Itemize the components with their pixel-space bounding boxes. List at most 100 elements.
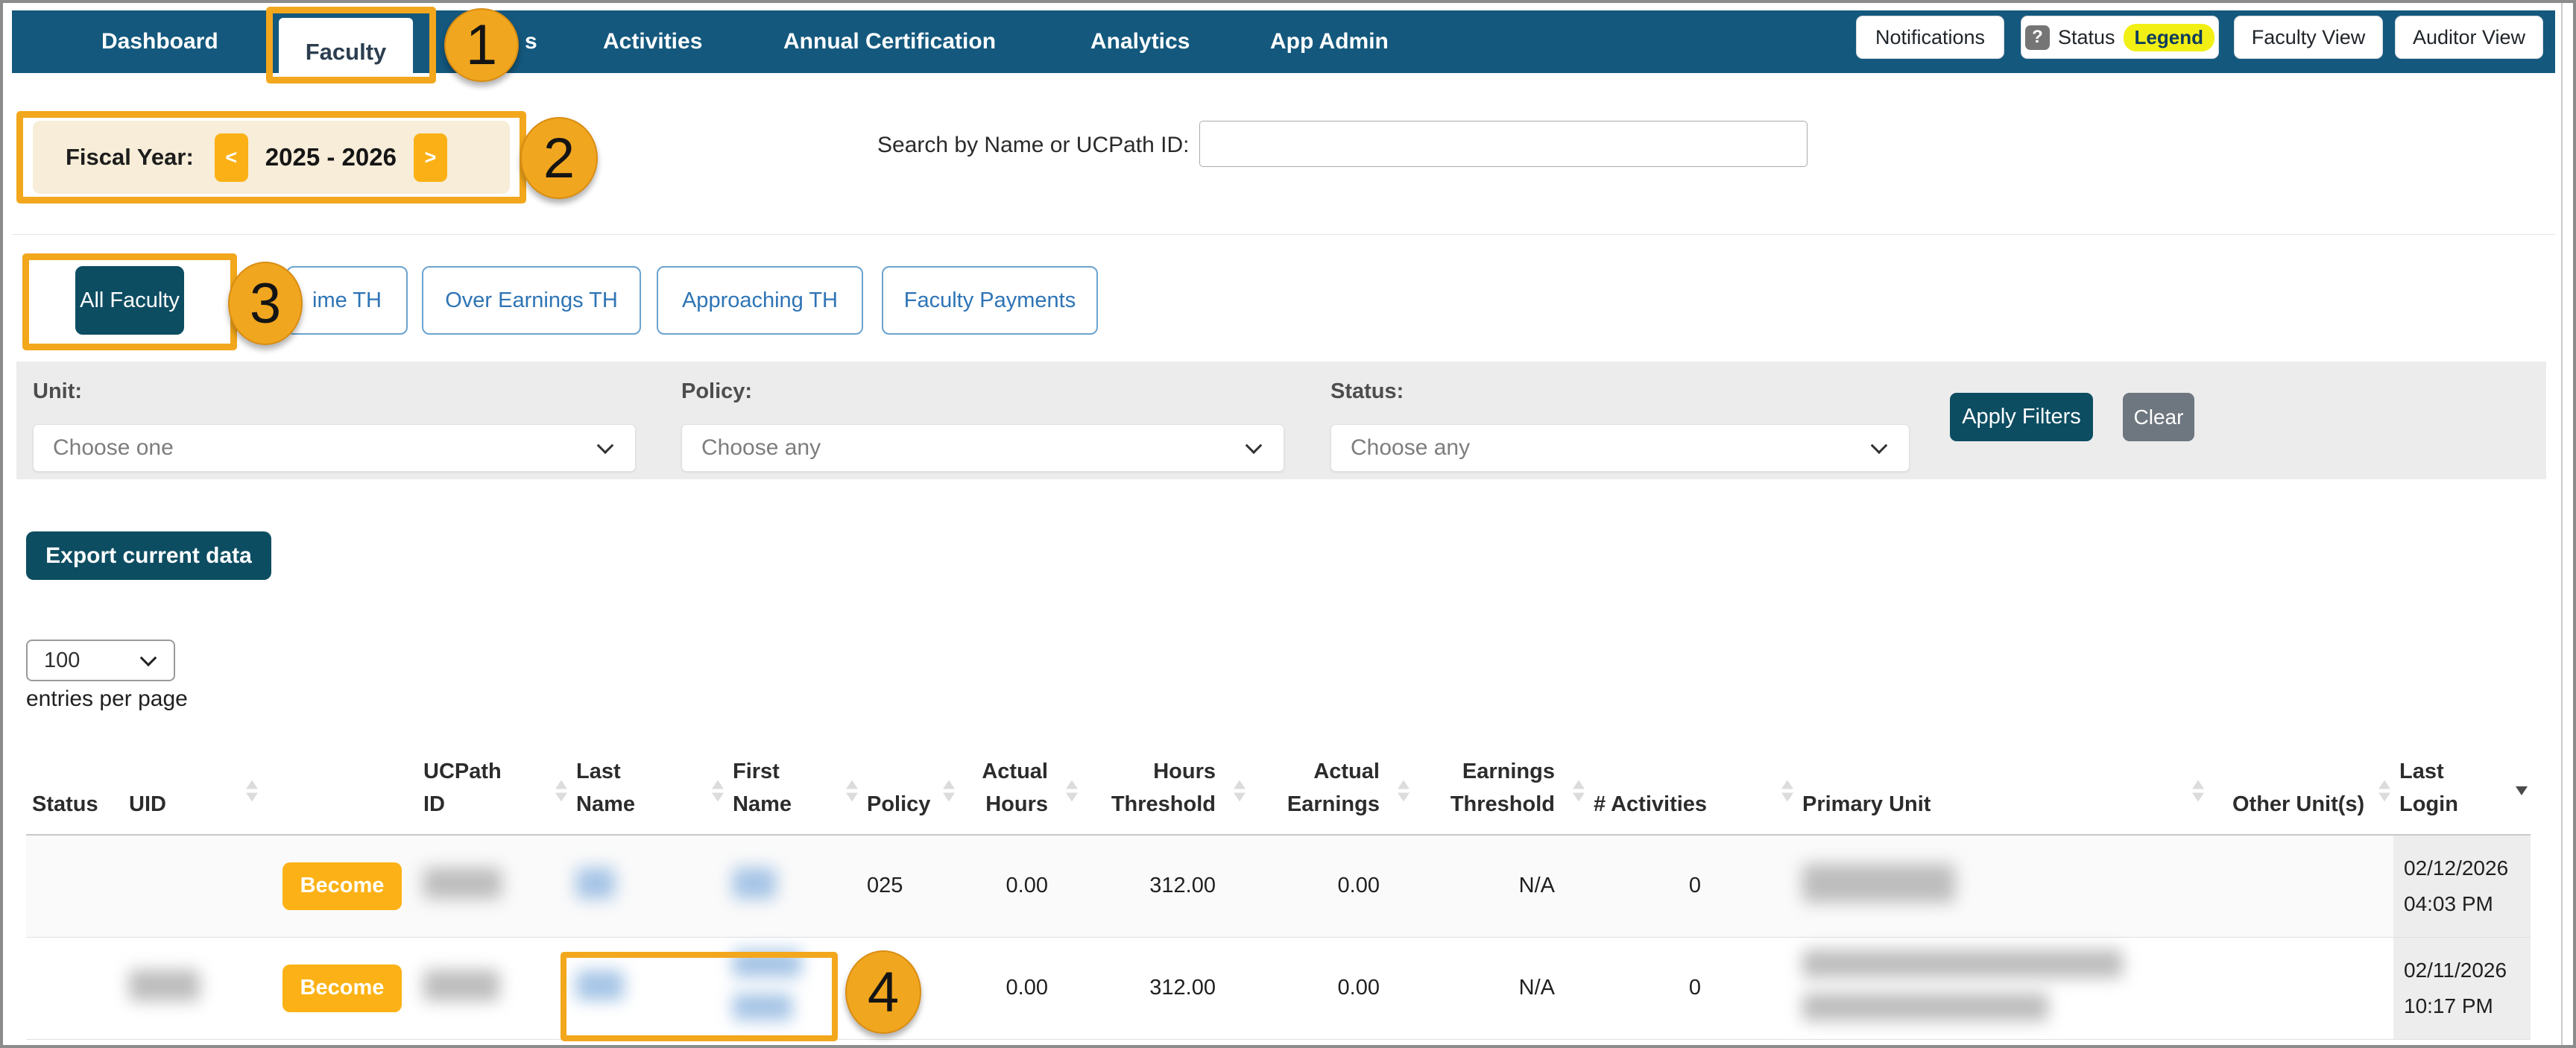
become-button[interactable]: Become (282, 862, 402, 910)
clear-filters-button[interactable]: Clear (2123, 393, 2194, 441)
export-current-data-button[interactable]: Export current data (26, 531, 271, 580)
redacted-first-name-link[interactable] (733, 950, 801, 977)
chevron-down-icon (140, 649, 157, 666)
status-legend-button[interactable]: ? Status Legend (2021, 16, 2219, 59)
chevron-down-icon (1246, 437, 1263, 454)
cell-last-login: 02/12/2026 04:03 PM (2393, 835, 2531, 937)
become-button[interactable]: Become (282, 965, 402, 1012)
page-size-select[interactable]: 100 (26, 640, 175, 681)
status-filter-select[interactable]: Choose any (1330, 424, 1910, 472)
cell-status (26, 835, 123, 937)
sort-icon[interactable] (2192, 780, 2204, 802)
policy-filter-select[interactable]: Choose any (681, 424, 1284, 472)
cell-ucpath-id (417, 835, 570, 937)
col-ucpath-id[interactable]: UCPath ID (417, 736, 570, 835)
tab-faculty-payments[interactable]: Faculty Payments (882, 266, 1098, 335)
fiscal-year-next-button[interactable]: > (414, 133, 447, 182)
sort-icon[interactable] (1573, 780, 1585, 802)
col-earnings-threshold[interactable]: Earnings Threshold (1412, 736, 1588, 835)
nav-item-faculty-active[interactable]: Faculty (279, 18, 413, 86)
col-last-login[interactable]: Last Login (2393, 736, 2531, 835)
chevron-down-icon (1871, 437, 1888, 454)
fiscal-year-value: 2025 - 2026 (265, 143, 397, 171)
col-actual-earnings[interactable]: Actual Earnings (1248, 736, 1412, 835)
redacted-primary-unit (1802, 993, 2048, 1021)
unit-filter-select[interactable]: Choose one (33, 424, 636, 472)
redacted-last-name-link[interactable] (576, 970, 624, 1000)
tab-overtime-th-label: ime TH (312, 288, 382, 313)
nav-item-dashboard[interactable]: Dashboard (101, 10, 218, 73)
col-primary-unit[interactable]: Primary Unit (1796, 736, 2207, 835)
faculty-view-button[interactable]: Faculty View (2234, 16, 2383, 59)
cell-action: Become (261, 835, 417, 937)
cell-hours-threshold: 312.00 (1081, 937, 1248, 1039)
auditor-view-button[interactable]: Auditor View (2395, 16, 2543, 59)
cell-num-activities: 0 (1588, 937, 1796, 1039)
fiscal-year-prev-button[interactable]: < (215, 133, 248, 182)
col-other-units[interactable]: Other Unit(s) (2207, 736, 2393, 835)
status-filter-value: Choose any (1331, 435, 1470, 461)
last-login-date: 02/12/2026 (2404, 850, 2531, 886)
chevron-down-icon (597, 437, 614, 454)
sort-icon[interactable] (246, 780, 258, 802)
table-row: Become 0.00 312.00 0.00 N/A 0 (26, 937, 2531, 1039)
col-uid[interactable]: UID (123, 736, 261, 835)
policy-filter-value: Choose any (682, 435, 821, 461)
sort-icon[interactable] (1234, 780, 1246, 802)
last-login-time: 10:17 PM (2404, 988, 2531, 1024)
table-header-row: Status UID UCPath ID Last Name First Nam… (26, 736, 2531, 835)
cell-actual-hours: 0.00 (958, 835, 1081, 937)
col-hours-threshold[interactable]: Hours Threshold (1081, 736, 1248, 835)
entries-per-page-label: entries per page (26, 686, 188, 712)
col-last-name[interactable]: Last Name (570, 736, 727, 835)
cell-actual-earnings: 0.00 (1248, 937, 1412, 1039)
sort-icon[interactable] (1781, 780, 1793, 802)
last-login-time: 04:03 PM (2404, 886, 2531, 922)
cell-ucpath-id (417, 937, 570, 1039)
tab-approaching-th[interactable]: Approaching TH (657, 266, 863, 335)
sort-icon[interactable] (1398, 780, 1409, 802)
col-first-name[interactable]: First Name (727, 736, 861, 835)
search-input[interactable] (1199, 121, 1808, 167)
sort-icon[interactable] (943, 780, 955, 802)
cell-last-name (570, 937, 727, 1039)
redacted-last-name-link[interactable] (576, 868, 615, 899)
sort-icon[interactable] (2378, 780, 2390, 802)
sort-icon-active-desc[interactable] (2516, 786, 2528, 795)
app-window: Dashboard Faculty s Activities Annual Ce… (0, 0, 2576, 1048)
page-size-value: 100 (28, 648, 80, 673)
last-login-date: 02/11/2026 (2404, 953, 2531, 988)
redacted-first-name-link[interactable] (733, 868, 776, 899)
policy-filter-label: Policy: (681, 379, 752, 404)
redacted-ucpath-id (423, 970, 499, 1001)
tab-approaching-th-label: Approaching TH (682, 288, 838, 313)
apply-filters-button[interactable]: Apply Filters (1950, 393, 2093, 441)
nav-item-app-admin[interactable]: App Admin (1270, 10, 1389, 73)
col-policy[interactable]: Policy (861, 736, 958, 835)
redacted-first-name-link[interactable] (733, 994, 792, 1020)
sort-icon[interactable] (846, 780, 858, 802)
cell-uid (123, 937, 261, 1039)
tab-all-faculty[interactable]: All Faculty (75, 266, 184, 335)
cell-earnings-threshold: N/A (1412, 835, 1588, 937)
col-num-activities[interactable]: # Activities (1588, 736, 1796, 835)
cell-primary-unit (1796, 937, 2207, 1039)
legend-badge: Legend (2124, 24, 2214, 51)
col-actual-hours[interactable]: Actual Hours (958, 736, 1081, 835)
sort-icon[interactable] (1066, 780, 1078, 802)
notifications-button[interactable]: Notifications (1856, 16, 2004, 59)
cell-status (26, 937, 123, 1039)
tab-over-earnings-th[interactable]: Over Earnings TH (422, 266, 641, 335)
cell-last-name (570, 835, 727, 937)
tab-overtime-th[interactable]: ime TH (286, 266, 408, 335)
nav-item-activities[interactable]: Activities (603, 10, 702, 73)
tab-faculty-payments-label: Faculty Payments (904, 288, 1076, 313)
sort-icon[interactable] (712, 780, 724, 802)
nav-item-analytics[interactable]: Analytics (1090, 10, 1190, 73)
cell-other-units (2207, 835, 2393, 937)
sort-icon[interactable] (555, 780, 567, 802)
nav-item-obscured[interactable]: s (525, 10, 537, 73)
nav-item-annual-certification[interactable]: Annual Certification (783, 10, 996, 73)
tab-all-faculty-label: All Faculty (80, 288, 180, 313)
top-navigation: Dashboard Faculty s Activities Annual Ce… (12, 10, 2555, 73)
